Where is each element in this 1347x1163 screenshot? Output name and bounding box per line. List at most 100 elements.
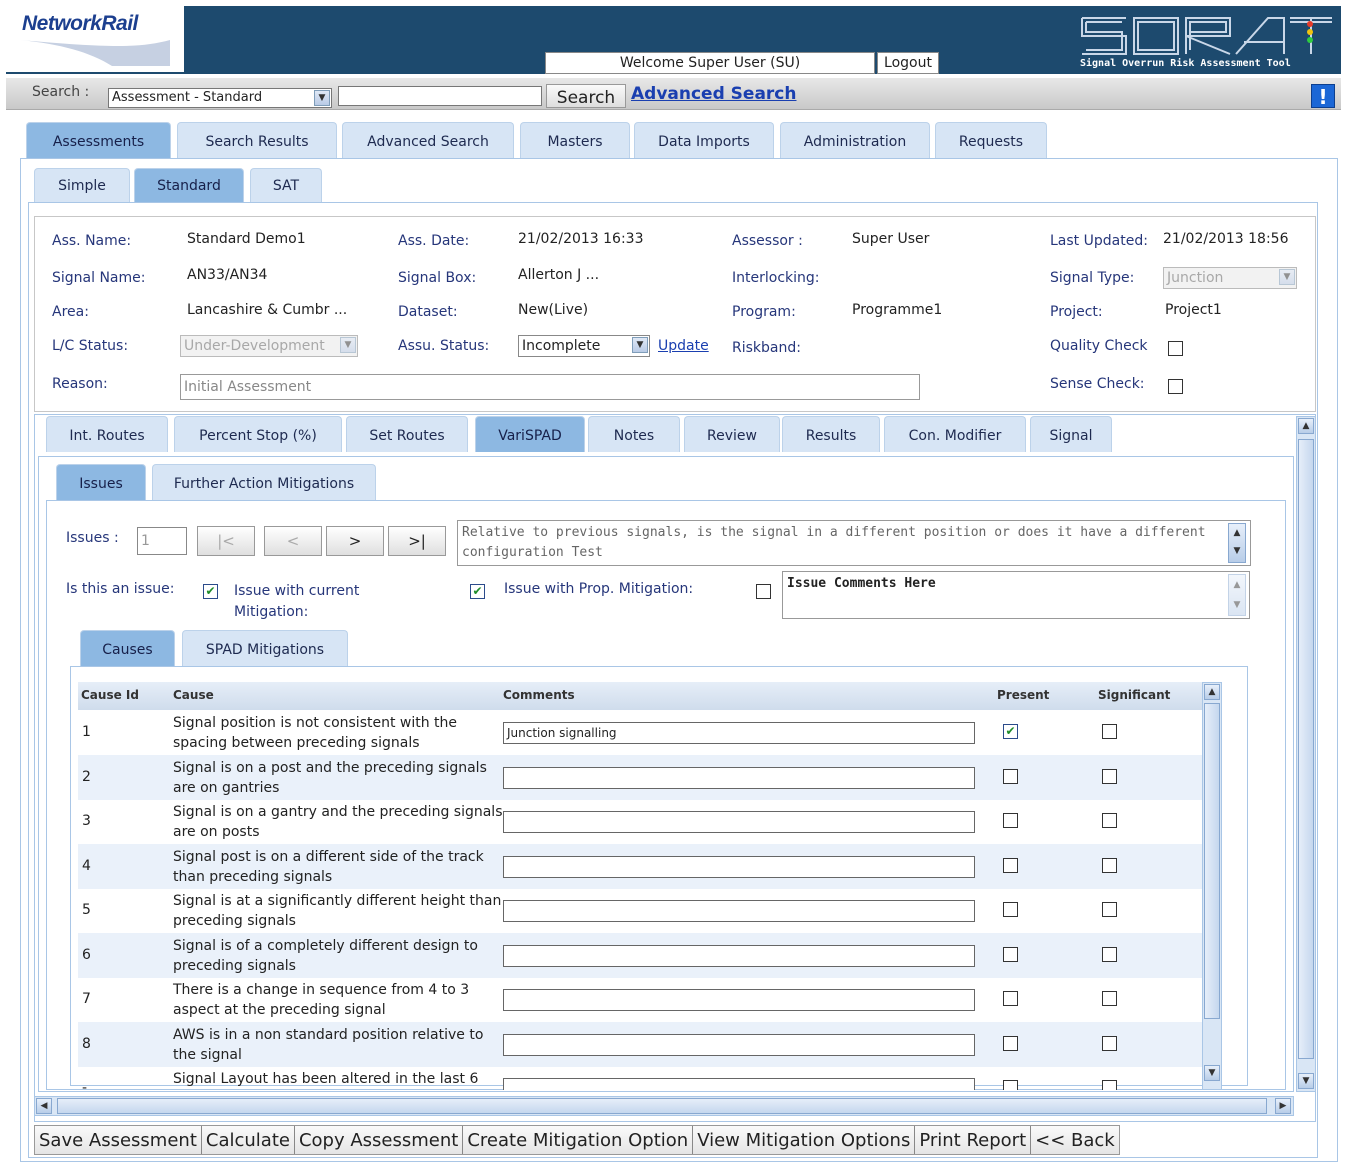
tab-masters[interactable]: Masters (520, 122, 630, 158)
present-checkbox[interactable] (1003, 1035, 1018, 1051)
horizontal-scrollbar[interactable]: ◀ ▶ (34, 1096, 1294, 1116)
issue-comments-input[interactable]: Issue Comments Here (782, 571, 1250, 619)
quality-check-checkbox[interactable] (1168, 341, 1183, 356)
scroll-thumb[interactable] (1204, 703, 1220, 1019)
tab-advanced-search[interactable]: Advanced Search (342, 122, 514, 158)
cause-comment-input[interactable] (503, 1033, 975, 1056)
cause-comment-input[interactable] (503, 811, 975, 833)
current-mitigation-checkbox[interactable]: ✔ (470, 584, 485, 599)
significant-checkbox[interactable] (1102, 1035, 1117, 1051)
chevron-down-icon[interactable]: ▼ (314, 90, 330, 106)
scroll-left-icon[interactable]: ◀ (36, 1098, 52, 1114)
present-checkbox[interactable] (1003, 902, 1018, 917)
col-cause[interactable]: Cause (173, 688, 214, 702)
last-issue-button[interactable]: >| (388, 526, 446, 556)
table-row: 8 AWS is in a non standard position relat… (78, 1021, 1202, 1067)
section-vertical-scrollbar[interactable]: ▲ ▼ (1296, 416, 1316, 1092)
cause-id: 5 (82, 902, 91, 918)
sense-check-checkbox[interactable] (1168, 379, 1183, 394)
present-checkbox[interactable]: ✔ (1003, 724, 1018, 739)
present-checkbox[interactable] (1003, 991, 1018, 1006)
prop-mitigation-checkbox[interactable] (756, 584, 771, 599)
scroll-down-icon[interactable]: ▼ (1298, 1073, 1314, 1089)
help-icon[interactable]: ! (1311, 84, 1335, 109)
save-assessment-button[interactable]: Save Assessment (35, 1126, 202, 1154)
tab-varispad[interactable]: VariSPAD (475, 416, 585, 452)
tab-spad-mitigations[interactable]: SPAD Mitigations (182, 630, 348, 666)
tab-further-action-mitigations[interactable]: Further Action Mitigations (152, 464, 376, 500)
tab-data-imports[interactable]: Data Imports (634, 122, 774, 158)
present-checkbox[interactable] (1003, 857, 1018, 873)
present-checkbox[interactable] (1003, 946, 1018, 962)
significant-checkbox[interactable] (1102, 991, 1117, 1006)
tab-notes[interactable]: Notes (588, 416, 680, 452)
tab-int-routes[interactable]: Int. Routes (46, 416, 168, 452)
grid-vertical-scrollbar[interactable]: ▲ ▼ (1202, 682, 1222, 1090)
cause-comment-input[interactable] (503, 766, 975, 789)
tab-administration[interactable]: Administration (780, 122, 930, 158)
col-present[interactable]: Present (997, 688, 1049, 702)
is-issue-checkbox[interactable]: ✔ (203, 584, 218, 599)
significant-checkbox[interactable] (1102, 946, 1117, 962)
tab-set-routes[interactable]: Set Routes (346, 416, 468, 452)
reason-input[interactable]: Initial Assessment (180, 374, 920, 400)
scroll-right-icon[interactable]: ▶ (1275, 1098, 1291, 1114)
chevron-down-icon: ▼ (340, 337, 356, 353)
tab-percent-stop[interactable]: Percent Stop (%) (174, 416, 342, 452)
tab-signal[interactable]: Signal (1030, 416, 1112, 452)
significant-checkbox[interactable] (1102, 1080, 1117, 1090)
significant-checkbox[interactable] (1102, 768, 1117, 784)
col-comments[interactable]: Comments (503, 688, 575, 702)
cause-comment-input[interactable]: Junction signalling (503, 722, 975, 744)
chevron-down-icon[interactable]: ▼ (632, 337, 648, 353)
col-cause-id[interactable]: Cause Id (81, 688, 139, 702)
tab-issues[interactable]: Issues (56, 464, 146, 500)
search-type-select[interactable]: Assessment - Standard ▼ (108, 88, 332, 108)
scroll-thumb[interactable] (1298, 439, 1314, 1059)
question-scroll-icon[interactable]: ▲ ▼ (1228, 523, 1246, 563)
cause-comment-input[interactable] (503, 1078, 975, 1090)
tab-standard[interactable]: Standard (134, 168, 244, 202)
next-issue-button[interactable]: > (326, 526, 384, 556)
col-significant[interactable]: Significant (1098, 688, 1170, 702)
scroll-down-icon[interactable]: ▼ (1204, 1065, 1220, 1081)
scroll-thumb[interactable] (57, 1098, 1267, 1114)
tab-assessments[interactable]: Assessments (26, 122, 171, 158)
tab-review[interactable]: Review (684, 416, 780, 452)
present-checkbox[interactable] (1003, 813, 1018, 828)
tab-search-results[interactable]: Search Results (177, 122, 337, 158)
logout-button[interactable]: Logout (877, 52, 939, 74)
scroll-up-icon[interactable]: ▲ (1204, 684, 1220, 700)
tab-causes[interactable]: Causes (80, 630, 175, 666)
search-button[interactable]: Search (546, 84, 626, 108)
tab-con-modifier[interactable]: Con. Modifier (884, 416, 1026, 452)
advanced-search-link[interactable]: Advanced Search (631, 84, 796, 104)
update-link[interactable]: Update (658, 338, 709, 354)
present-checkbox[interactable] (1003, 1080, 1018, 1090)
tab-results[interactable]: Results (782, 416, 880, 452)
view-mitigation-options-button[interactable]: View Mitigation Options (693, 1126, 916, 1154)
cause-comment-input[interactable] (503, 855, 975, 878)
copy-assessment-button[interactable]: Copy Assessment (294, 1126, 464, 1154)
search-input[interactable] (338, 86, 542, 106)
tab-sat[interactable]: SAT (250, 168, 322, 202)
cause-comment-input[interactable] (503, 944, 975, 967)
previous-issue-button[interactable]: < (264, 526, 322, 556)
scroll-up-icon[interactable]: ▲ (1298, 418, 1314, 434)
cause-comment-input[interactable] (503, 900, 975, 922)
issue-number-input[interactable]: 1 (137, 527, 187, 555)
cause-comment-input[interactable] (503, 989, 975, 1011)
print-report-button[interactable]: Print Report (915, 1126, 1032, 1154)
present-checkbox[interactable] (1003, 768, 1018, 784)
back-button[interactable]: << Back (1031, 1126, 1119, 1154)
significant-checkbox[interactable] (1102, 724, 1117, 739)
significant-checkbox[interactable] (1102, 902, 1117, 917)
significant-checkbox[interactable] (1102, 857, 1117, 873)
assu-status-select[interactable]: Incomplete ▼ (518, 335, 650, 357)
first-issue-button[interactable]: |< (197, 526, 255, 556)
calculate-button[interactable]: Calculate (201, 1126, 295, 1154)
tab-requests[interactable]: Requests (935, 122, 1047, 158)
create-mitigation-option-button[interactable]: Create Mitigation Option (463, 1126, 694, 1154)
tab-simple[interactable]: Simple (34, 168, 130, 202)
significant-checkbox[interactable] (1102, 813, 1117, 828)
